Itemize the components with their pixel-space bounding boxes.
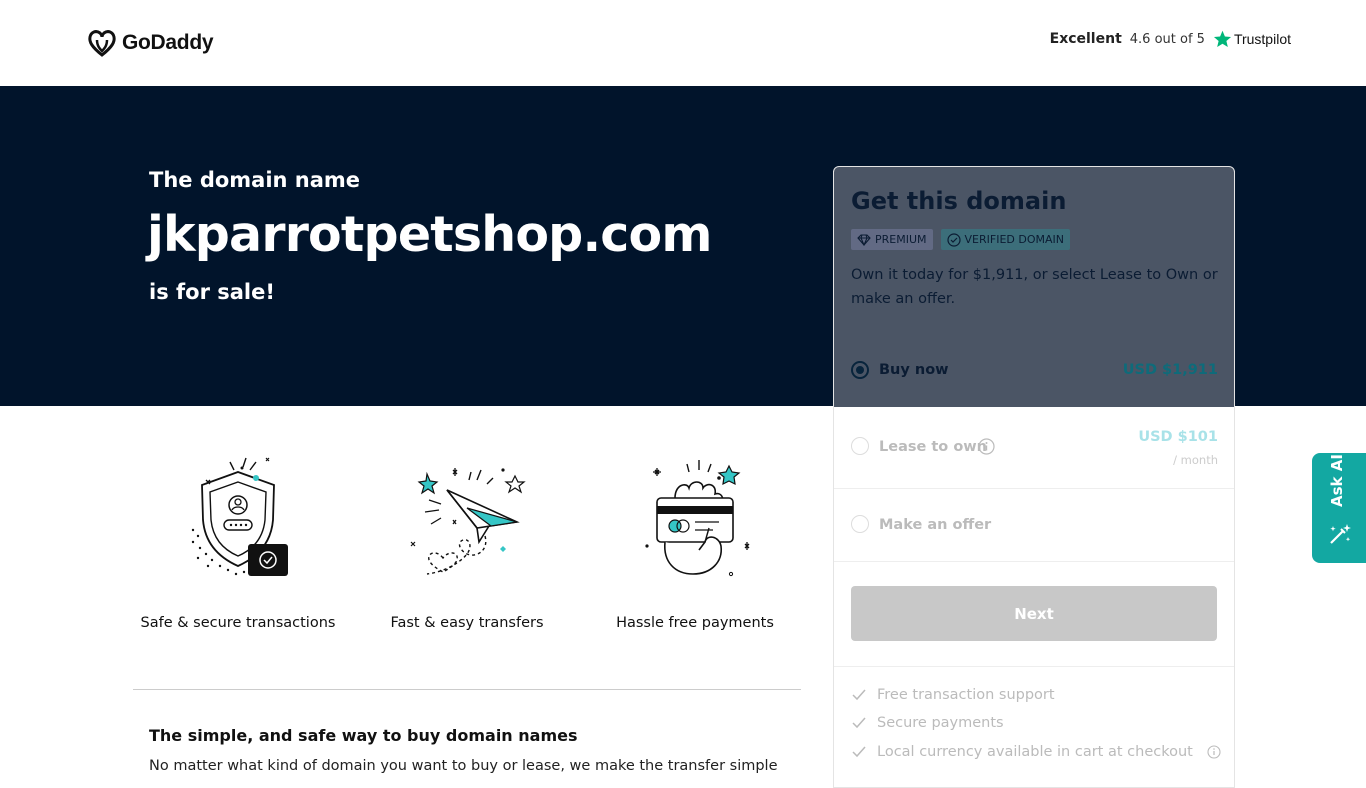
hero-post-text: is for sale!	[149, 280, 275, 304]
domain-name: jkparrotpetshop.com	[147, 206, 712, 263]
card-description: Own it today for $1,911, or select Lease…	[851, 267, 1218, 307]
feature-label: Hassle free payments	[616, 615, 774, 631]
check-circle-icon	[946, 232, 961, 247]
buy-now-radio[interactable]	[851, 361, 869, 379]
ask-ai-label: Ask AI	[1328, 454, 1346, 507]
perk-item: Secure payments	[851, 715, 1004, 731]
option-make-offer[interactable]: Make an offer	[834, 489, 1234, 561]
lease-radio[interactable]	[851, 437, 869, 455]
check-icon	[852, 689, 866, 701]
hero-pre-text: The domain name	[149, 168, 361, 192]
info-icon[interactable]	[978, 438, 995, 455]
option-label: Lease to own	[879, 439, 987, 455]
verified-label: VERIFIED DOMAIN	[964, 233, 1064, 246]
perk-text: Secure payments	[877, 715, 1004, 731]
option-divider	[834, 561, 1234, 562]
magic-wand-icon	[1330, 524, 1351, 544]
trustpilot-label: Trustpilot	[1233, 31, 1291, 47]
trustpilot-rating[interactable]: Excellent 4.6 out of 5 Trustpilot	[1050, 30, 1291, 48]
check-icon	[852, 746, 866, 758]
purchase-card: Get this domain PREMIUM VERIFIED DOMAIN …	[833, 166, 1235, 788]
badges: PREMIUM VERIFIED DOMAIN	[851, 229, 1070, 250]
godaddy-logo[interactable]: GoDaddy	[86, 28, 214, 58]
next-button[interactable]: Next	[851, 586, 1217, 641]
premium-badge: PREMIUM	[851, 229, 933, 250]
feature-label: Fast & easy transfers	[390, 615, 544, 631]
feature-label: Safe & secure transactions	[140, 615, 336, 631]
section-text: No matter what kind of domain you want t…	[149, 758, 778, 774]
card-payment-icon	[645, 460, 750, 577]
option-buy-now[interactable]: Buy now USD $1,911	[834, 334, 1234, 407]
star-icon	[1213, 30, 1231, 48]
trust-score: 4.6 out of 5	[1129, 31, 1205, 47]
option-price: USD $1,911	[1122, 362, 1218, 378]
perk-item: Local currency available in cart at chec…	[851, 744, 1221, 760]
offer-radio[interactable]	[851, 515, 869, 533]
verified-badge: VERIFIED DOMAIN	[940, 229, 1070, 250]
brand-name: GoDaddy	[122, 31, 214, 54]
features-row: Safe & secure transactions Fast & easy t…	[133, 440, 801, 640]
premium-label: PREMIUM	[875, 233, 927, 246]
feature-payments: Hassle free payments	[585, 440, 805, 631]
option-lease-to-own[interactable]: Lease to own USD $101 / month	[834, 407, 1234, 487]
trustpilot-brand: Trustpilot	[1213, 30, 1291, 48]
option-subprice: / month	[1173, 453, 1218, 467]
paper-plane-icon	[410, 468, 526, 575]
perk-text: Local currency available in cart at chec…	[877, 744, 1193, 760]
site-header: GoDaddy Excellent 4.6 out of 5 Trustpilo…	[0, 0, 1366, 86]
card-header: Get this domain PREMIUM VERIFIED DOMAIN …	[834, 167, 1234, 334]
feature-transfers: Fast & easy transfers	[357, 440, 577, 631]
option-price: USD $101	[1138, 429, 1218, 445]
card-title: Get this domain	[851, 187, 1067, 215]
option-label: Make an offer	[879, 517, 992, 533]
feature-secure: Safe & secure transactions	[128, 440, 348, 631]
godaddy-mark-icon	[88, 30, 116, 57]
section-divider	[133, 689, 801, 690]
perk-text: Free transaction support	[877, 687, 1055, 703]
option-divider	[834, 666, 1234, 667]
info-icon[interactable]	[1207, 745, 1221, 759]
option-label: Buy now	[879, 362, 949, 378]
perk-item: Free transaction support	[851, 687, 1055, 703]
ask-ai-button[interactable]: Ask AI	[1312, 453, 1366, 563]
section-title: The simple, and safe way to buy domain n…	[149, 726, 578, 745]
trust-rating-word: Excellent	[1049, 31, 1122, 47]
shield-icon	[191, 457, 288, 576]
diamond-icon	[857, 233, 871, 246]
check-icon	[852, 717, 866, 729]
